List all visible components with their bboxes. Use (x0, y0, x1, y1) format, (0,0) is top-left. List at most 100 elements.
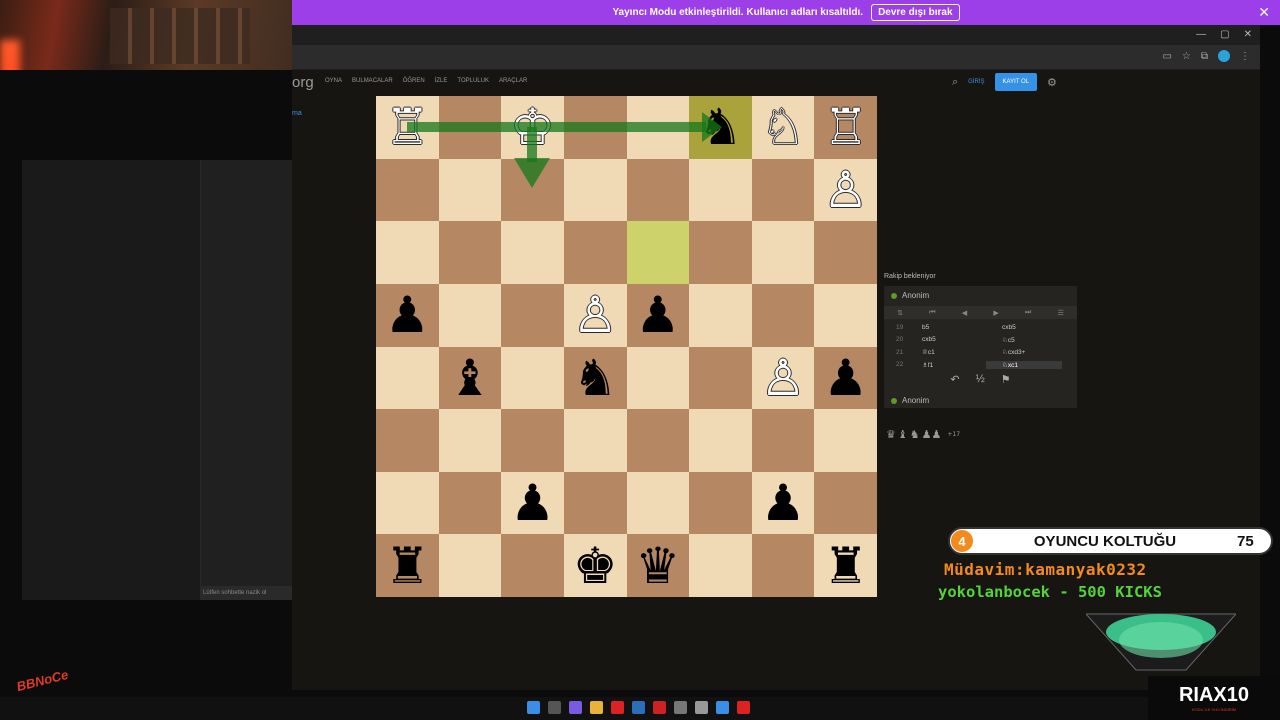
board-square[interactable] (814, 221, 877, 284)
board-square[interactable] (751, 221, 815, 284)
black-piece-icon[interactable]: ♞ (573, 353, 618, 403)
white-piece-icon[interactable]: ♘ (761, 102, 806, 152)
board-square[interactable] (438, 471, 502, 535)
board-square[interactable] (563, 409, 627, 472)
board-square[interactable]: ♜ (814, 534, 877, 597)
board-square[interactable] (563, 158, 627, 222)
board-square[interactable]: ♝ (438, 346, 502, 410)
board-square[interactable]: ♖ (376, 96, 439, 159)
board-square[interactable] (751, 283, 815, 347)
app-icon[interactable] (695, 701, 708, 714)
board-square[interactable] (751, 158, 815, 222)
app-icon[interactable] (674, 701, 687, 714)
app-icon[interactable] (653, 701, 666, 714)
resign-flag-icon[interactable]: ⚑ (1001, 373, 1011, 386)
menu-icon[interactable]: ⋮ (1240, 51, 1250, 62)
board-square[interactable] (501, 409, 564, 472)
board-square[interactable]: ♘ (751, 96, 815, 159)
first-move-icon[interactable]: ⏮ (929, 309, 935, 317)
board-square[interactable] (438, 409, 502, 472)
app-icon[interactable] (737, 701, 750, 714)
nav-play[interactable]: OYNA (325, 78, 342, 84)
board-square[interactable] (501, 346, 564, 410)
menu-icon[interactable]: ☰ (1058, 309, 1064, 317)
board-square[interactable]: ♞ (563, 346, 627, 410)
white-piece-icon[interactable]: ♙ (761, 353, 806, 403)
discord-icon[interactable] (569, 701, 582, 714)
start-icon[interactable] (527, 701, 540, 714)
chrome-icon[interactable] (590, 701, 603, 714)
board-square[interactable] (563, 221, 627, 284)
app-icon[interactable] (716, 701, 729, 714)
black-piece-icon[interactable]: ♟ (510, 478, 555, 528)
login-link[interactable]: GİRİŞ (968, 79, 984, 85)
last-move-icon[interactable]: ⏭ (1025, 309, 1031, 317)
close-window-icon[interactable]: ✕ (1244, 29, 1252, 40)
bottom-player[interactable]: Anonim (891, 396, 929, 405)
board-square[interactable] (814, 409, 877, 472)
board-square[interactable] (376, 471, 439, 535)
black-piece-icon[interactable]: ♝ (448, 353, 493, 403)
board-square[interactable] (626, 471, 690, 535)
top-player[interactable]: Anonim (891, 291, 929, 300)
board-square[interactable]: ♟ (751, 471, 815, 535)
black-piece-icon[interactable]: ♛ (635, 541, 680, 591)
board-square[interactable]: ♟ (501, 471, 564, 535)
white-piece-icon[interactable]: ♙ (823, 165, 868, 215)
black-piece-icon[interactable]: ♟ (635, 290, 680, 340)
board-square[interactable] (626, 409, 690, 472)
register-button[interactable]: KAYIT OL (994, 73, 1037, 91)
white-piece-icon[interactable]: ♔ (510, 102, 555, 152)
board-square[interactable] (814, 471, 877, 535)
board-square[interactable] (689, 221, 752, 284)
black-move[interactable]: cxb5 (986, 324, 1062, 331)
prev-move-icon[interactable]: ◀ (962, 309, 967, 317)
minimize-icon[interactable]: — (1196, 29, 1206, 40)
board-square[interactable] (689, 283, 752, 347)
disable-button[interactable]: Devre dışı bırak (871, 4, 960, 21)
black-move[interactable]: ♘cxd3+ (986, 348, 1062, 356)
nav-community[interactable]: TOPLULUK (457, 78, 489, 84)
gear-icon[interactable]: ⚙ (1047, 76, 1057, 89)
board-square[interactable]: ♙ (563, 283, 627, 347)
board-square[interactable] (438, 158, 502, 222)
white-piece-icon[interactable]: ♖ (823, 102, 868, 152)
board-square[interactable] (563, 96, 627, 159)
close-icon[interactable]: ✕ (1258, 4, 1270, 21)
next-move-icon[interactable]: ▶ (993, 309, 998, 317)
white-piece-icon[interactable]: ♖ (385, 102, 430, 152)
black-piece-icon[interactable]: ♟ (385, 290, 430, 340)
board-square[interactable] (626, 346, 690, 410)
taskview-icon[interactable] (548, 701, 561, 714)
site-logo[interactable]: org (292, 74, 314, 91)
draw-offer-icon[interactable]: ½ (976, 373, 985, 386)
black-piece-icon[interactable]: ♟ (823, 353, 868, 403)
board-square[interactable] (626, 96, 690, 159)
address-bar[interactable]: ▭ ☆ ⧉ ⋮ (292, 45, 1260, 69)
black-piece-icon[interactable]: ♚ (573, 541, 618, 591)
board-square[interactable] (626, 221, 690, 284)
board-square[interactable] (376, 346, 439, 410)
board-square[interactable]: ♞ (689, 96, 752, 159)
nav-tools[interactable]: ARAÇLAR (499, 78, 527, 84)
cast-icon[interactable]: ▭ (1162, 51, 1171, 62)
board-square[interactable] (751, 409, 815, 472)
board-square[interactable] (563, 471, 627, 535)
maximize-icon[interactable]: ▢ (1220, 29, 1229, 40)
board-square[interactable]: ♟ (376, 283, 439, 347)
white-move[interactable]: ♗f1 (906, 361, 986, 369)
black-piece-icon[interactable]: ♜ (385, 541, 430, 591)
board-square[interactable] (438, 96, 502, 159)
side-link[interactable]: ma (292, 110, 302, 117)
flip-icon[interactable]: ⇅ (897, 309, 903, 317)
black-move[interactable]: ♘xc1 (986, 360, 1062, 369)
steam-icon[interactable] (632, 701, 645, 714)
board-square[interactable] (501, 158, 564, 222)
chess-board[interactable]: ♖ ♔ ♞ ♘ ♖ ♙ ♟ ♙ ♟ ♝ ♞ ♙ ♟ ♟ ♟ ♜ ♚ ♛ ♜ (376, 96, 877, 597)
board-square[interactable] (438, 221, 502, 284)
white-move[interactable]: cxb5 (906, 336, 986, 343)
board-square[interactable]: ♖ (814, 96, 877, 159)
board-square[interactable]: ♚ (563, 534, 627, 597)
nav-puzzles[interactable]: BULMACALAR (352, 78, 393, 84)
board-square[interactable] (689, 471, 752, 535)
